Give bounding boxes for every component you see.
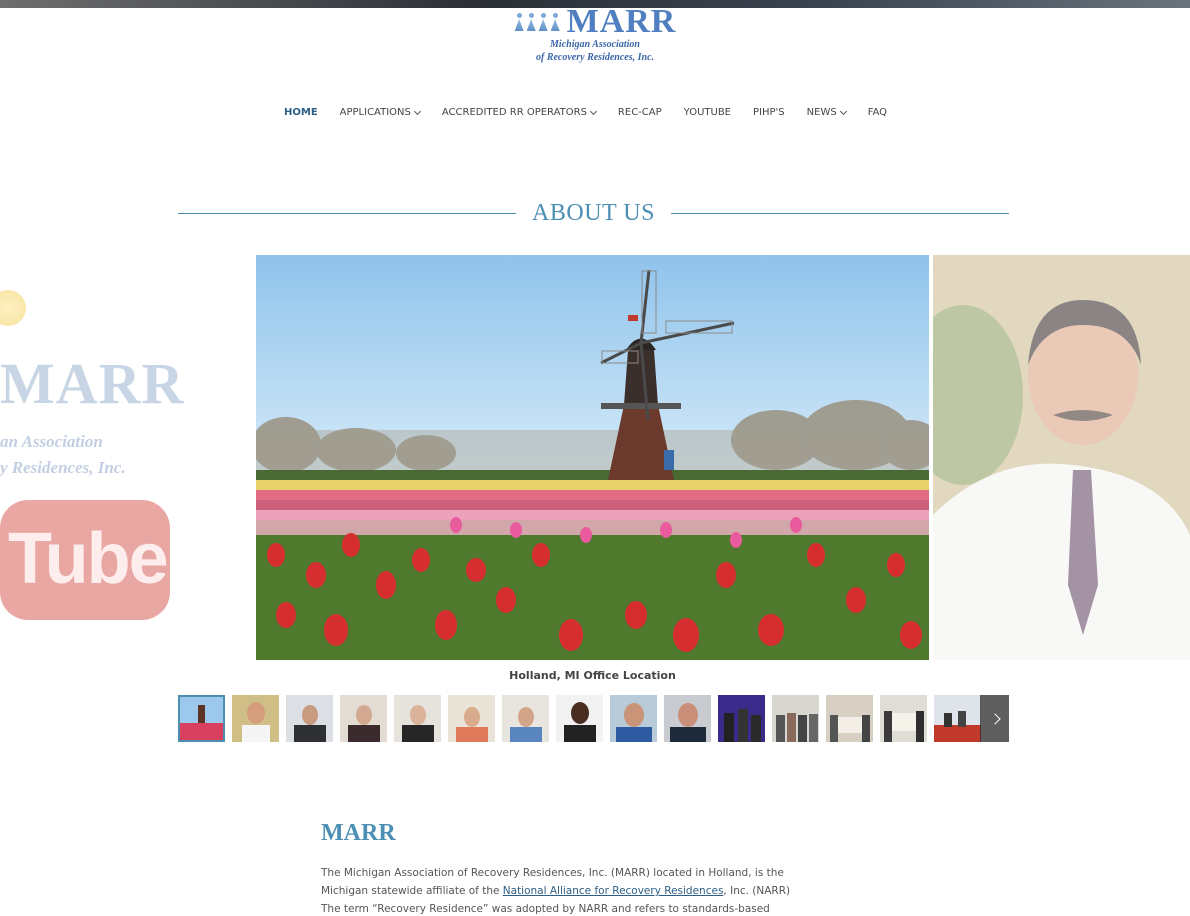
ghost-logo-subtitle-2: y Residences, Inc. xyxy=(0,458,126,477)
ghost-logo-subtitle-1: an Association xyxy=(0,432,103,451)
thumbnail[interactable] xyxy=(718,695,765,742)
nav-item-news[interactable]: NEWS xyxy=(807,107,847,118)
marr-text-line-3: The term “Recovery Residence” was adopte… xyxy=(321,903,770,915)
nav-item-home[interactable]: HOME xyxy=(284,107,318,118)
slide-image-portrait[interactable] xyxy=(933,255,1190,660)
thumbnail[interactable] xyxy=(232,695,279,742)
marr-section-title: MARR xyxy=(321,820,396,846)
thumbnail[interactable] xyxy=(556,695,603,742)
people-figures-icon xyxy=(514,11,561,33)
thumbnail[interactable] xyxy=(880,695,927,742)
slide-image-windmill[interactable] xyxy=(256,255,929,660)
marr-text-line-2: Michigan statewide affiliate of the Nati… xyxy=(321,885,791,897)
nav-item-applications[interactable]: APPLICATIONS xyxy=(340,107,421,118)
thumbnail[interactable] xyxy=(610,695,657,742)
main-nav: HOME APPLICATIONS ACCREDITED RR OPERATOR… xyxy=(284,107,909,118)
chevron-down-icon xyxy=(589,107,597,115)
thumbnail[interactable] xyxy=(340,695,387,742)
youtube-logo-icon: Tube xyxy=(0,500,170,620)
logo-word: MARR xyxy=(566,3,677,40)
thumbnail[interactable] xyxy=(826,695,873,742)
nav-item-rec-cap[interactable]: REC-CAP xyxy=(618,107,662,118)
thumbnail-strip xyxy=(178,695,1009,742)
previous-slide-ghost: MARR an Association y Residences, Inc. T… xyxy=(0,290,200,630)
ghost-logo-word: MARR xyxy=(0,351,185,416)
divider xyxy=(670,213,1010,214)
thumbnail[interactable] xyxy=(934,695,981,742)
narr-link[interactable]: National Alliance for Recovery Residence… xyxy=(503,885,724,897)
thumbnail[interactable] xyxy=(664,695,711,742)
thumbnail-next-arrow[interactable] xyxy=(980,695,1009,742)
sun-icon xyxy=(0,290,26,326)
site-logo[interactable]: MARR Michigan Association of Recovery Re… xyxy=(470,3,720,80)
thumbnail[interactable] xyxy=(502,695,549,742)
about-heading: ABOUT US xyxy=(532,200,655,226)
marr-section-text: The Michigan Association of Recovery Res… xyxy=(321,864,881,916)
nav-item-pihps[interactable]: PIHP'S xyxy=(753,107,785,118)
thumbnail[interactable] xyxy=(178,695,225,742)
about-heading-block: ABOUT US xyxy=(178,200,1010,227)
nav-item-youtube[interactable]: YOUTUBE xyxy=(684,107,731,118)
divider xyxy=(178,213,517,214)
chevron-down-icon xyxy=(839,107,847,115)
thumbnail[interactable] xyxy=(448,695,495,742)
slide-caption: Holland, MI Office Location xyxy=(509,669,676,682)
nav-item-accredited-rr-operators[interactable]: ACCREDITED RR OPERATORS xyxy=(442,107,597,118)
thumbnail[interactable] xyxy=(286,695,333,742)
nav-item-faq[interactable]: FAQ xyxy=(868,107,887,118)
thumbnail[interactable] xyxy=(772,695,819,742)
logo-subtitle-1: Michigan Association xyxy=(550,39,640,50)
thumbnail[interactable] xyxy=(394,695,441,742)
marr-text-line-1: The Michigan Association of Recovery Res… xyxy=(321,867,784,879)
logo-subtitle-2: of Recovery Residences, Inc. xyxy=(535,52,655,63)
chevron-down-icon xyxy=(413,107,421,115)
